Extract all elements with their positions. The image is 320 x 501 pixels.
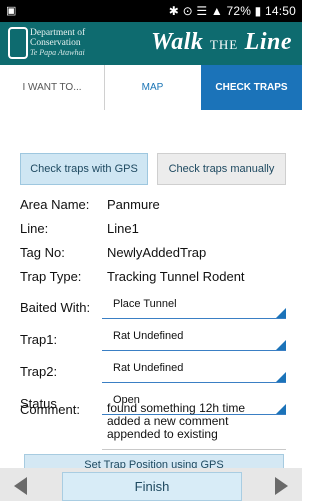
logo-line3: Te Papa Atawhai [30,48,85,57]
finish-button[interactable]: Finish [62,472,242,501]
tab-map[interactable]: MAP [104,65,201,110]
screen-icon: ▣ [6,5,17,17]
comment-underline [102,449,286,450]
logo-line2: Conservation [30,38,81,48]
area-name-label: Area Name: [20,197,90,212]
trap2-value: Rat Undefined [113,362,184,374]
app-title: Walk THE Line [151,27,292,60]
dropdown-corner-icon [276,404,286,414]
tab-bar: I WANT TO... MAP CHECK TRAPS [0,65,302,111]
comment-input[interactable]: found something 12h time added a new com… [107,402,277,441]
line-label: Line: [20,221,49,236]
tab-i-want-to[interactable]: I WANT TO... [0,65,105,110]
app-title-walk: Walk [151,29,204,55]
trap1-select[interactable]: Rat Undefined [102,326,286,351]
baited-with-select[interactable]: Place Tunnel [102,294,286,319]
check-traps-manually-button[interactable]: Check traps manually [157,153,286,185]
dropdown-corner-icon [276,340,286,350]
line-value: Line1 [107,221,139,236]
status-bar: ▣ ✱ ⊙ ☰ ▲ 72% ▮ 14:50 [0,0,302,22]
doc-logo-icon [8,27,28,59]
app-title-line: Line [244,29,292,55]
trap2-label: Trap2: [20,364,58,379]
baited-with-label: Baited With: [20,300,91,315]
status-indicators: ✱ ⊙ ☰ ▲ 72% ▮ [168,4,262,18]
tab-check-traps[interactable]: CHECK TRAPS [201,65,302,110]
status-time: 14:50 [264,4,296,18]
trap-type-label: Trap Type: [20,269,82,284]
trap1-value: Rat Undefined [113,330,184,342]
comment-label: Comment: [20,402,80,417]
app-title-the: THE [209,37,239,52]
trap2-select[interactable]: Rat Undefined [102,358,286,383]
app-header: Department of Conservation Te Papa Atawh… [0,22,302,65]
doc-logo-text: Department of Conservation Te Papa Atawh… [30,28,125,58]
trap-type-value: Tracking Tunnel Rodent [107,269,245,284]
baited-with-value: Place Tunnel [113,298,177,310]
status-icons: ✱ ⊙ ☰ ▲ 72% ▮ 14:50 [169,4,296,18]
tag-no-label: Tag No: [20,245,65,260]
dropdown-corner-icon [276,308,286,318]
area-name-value: Panmure [107,197,160,212]
previous-arrow-icon[interactable] [14,477,27,495]
check-traps-gps-button[interactable]: Check traps with GPS [20,153,148,185]
trap1-label: Trap1: [20,332,58,347]
logo-line1: Department of [30,28,86,38]
next-arrow-icon[interactable] [275,477,288,495]
dropdown-corner-icon [276,372,286,382]
tag-no-value: NewlyAddedTrap [107,245,207,260]
